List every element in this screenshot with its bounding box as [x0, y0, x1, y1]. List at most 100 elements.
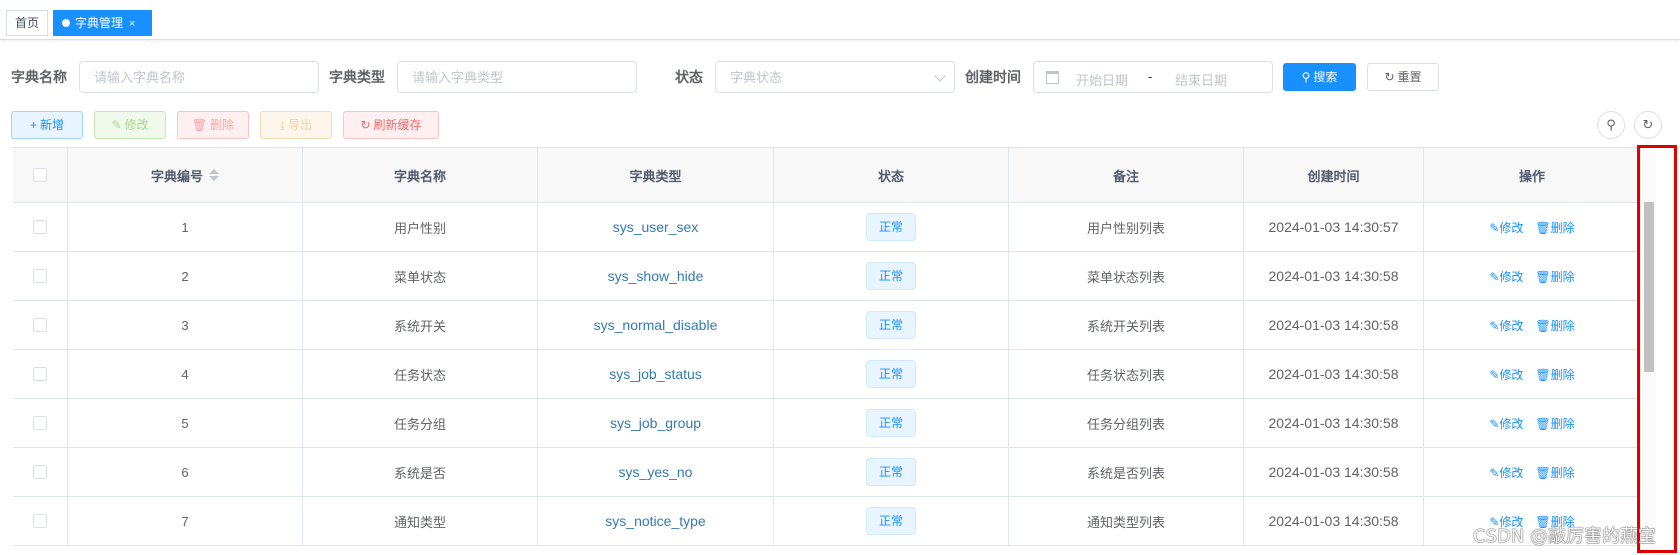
row-edit-link[interactable]: ✎修改: [1489, 415, 1523, 432]
tag-home[interactable]: 首页: [6, 10, 48, 36]
status-badge: 正常: [865, 458, 916, 486]
cell-remark: 系统开关列表: [1009, 301, 1244, 349]
trash-icon: 🗑: [1535, 416, 1551, 431]
header-remark: 备注: [1009, 148, 1244, 202]
scrollbar-highlight-box: [1637, 145, 1677, 553]
row-checkbox[interactable]: [33, 269, 47, 283]
status-select[interactable]: [715, 61, 955, 93]
header-dict-id-label: 字典编号: [150, 168, 203, 184]
cell-dict-type: sys_yes_no: [538, 448, 774, 496]
edit-icon: ✎: [1489, 465, 1500, 480]
row-checkbox[interactable]: [33, 514, 47, 528]
row-checkbox[interactable]: [33, 416, 47, 430]
download-icon: ⤓: [279, 118, 286, 132]
refresh-cache-button[interactable]: ↻ 刷新缓存: [343, 111, 439, 139]
row-checkbox[interactable]: [33, 367, 47, 381]
search-button[interactable]: ⚲ 搜索: [1283, 63, 1356, 91]
cell-dict-id: 4: [68, 350, 303, 398]
row-delete-link[interactable]: 🗑删除: [1535, 219, 1574, 236]
row-checkbox[interactable]: [33, 465, 47, 479]
calendar-icon: [1046, 71, 1059, 84]
trash-icon: 🗑: [1535, 465, 1551, 480]
delete-button-label: 删除: [210, 118, 235, 132]
trash-icon: 🗑: [1535, 367, 1551, 382]
cell-dict-id: 2: [68, 252, 303, 300]
dict-type-link[interactable]: sys_show_hide: [608, 268, 704, 284]
cell-created: 2024-01-03 14:30:58: [1244, 497, 1424, 545]
refresh-table-button[interactable]: ↻: [1634, 111, 1662, 139]
dict-type-link[interactable]: sys_yes_no: [619, 464, 693, 480]
cell-dict-type: sys_job_status: [538, 350, 774, 398]
created-time-label: 创建时间: [965, 69, 1021, 85]
status-badge: 正常: [865, 507, 916, 535]
row-edit-link[interactable]: ✎修改: [1489, 317, 1523, 334]
date-range-picker[interactable]: 开始日期 - 结束日期: [1033, 61, 1273, 93]
tag-dict-manage[interactable]: 字典管理 ×: [53, 10, 152, 36]
edit-icon: ✎: [1489, 318, 1500, 333]
dict-type-link[interactable]: sys_user_sex: [613, 219, 699, 235]
row-delete-label: 删除: [1550, 318, 1575, 333]
cell-created: 2024-01-03 14:30:58: [1244, 350, 1424, 398]
select-all-cell: [13, 148, 68, 202]
cell-dict-type: sys_job_group: [538, 399, 774, 447]
row-edit-label: 修改: [1499, 416, 1524, 431]
row-edit-link[interactable]: ✎修改: [1489, 366, 1523, 383]
row-edit-link[interactable]: ✎修改: [1489, 464, 1523, 481]
close-icon[interactable]: ×: [129, 18, 135, 30]
edit-button[interactable]: ✎ 修改: [94, 111, 166, 139]
cell-dict-type: sys_normal_disable: [538, 301, 774, 349]
header-created: 创建时间: [1244, 148, 1424, 202]
delete-button[interactable]: 🗑 删除: [177, 111, 249, 139]
dict-type-link[interactable]: sys_normal_disable: [594, 317, 718, 333]
row-delete-label: 删除: [1550, 416, 1575, 431]
row-delete-link[interactable]: 🗑删除: [1535, 366, 1574, 383]
row-edit-label: 修改: [1499, 318, 1524, 333]
cell-actions: ✎修改 🗑删除: [1424, 301, 1641, 349]
row-checkbox[interactable]: [33, 318, 47, 332]
cell-actions: ✎修改 🗑删除: [1424, 252, 1641, 300]
dict-type-link[interactable]: sys_job_status: [609, 366, 702, 382]
row-delete-link[interactable]: 🗑删除: [1535, 268, 1574, 285]
start-date-field[interactable]: 开始日期: [1076, 70, 1128, 89]
table-header-row: 字典编号 字典名称 字典类型 状态 备注 创建时间 操作: [13, 148, 1641, 203]
cell-status: 正常: [774, 497, 1009, 545]
add-button[interactable]: + 新增: [11, 111, 83, 139]
toggle-search-button[interactable]: ⚲: [1597, 111, 1625, 139]
row-delete-link[interactable]: 🗑删除: [1535, 464, 1574, 481]
cell-status: 正常: [774, 252, 1009, 300]
row-edit-link[interactable]: ✎修改: [1489, 268, 1523, 285]
sort-icon[interactable]: [209, 169, 219, 181]
row-edit-label: 修改: [1499, 465, 1524, 480]
row-delete-link[interactable]: 🗑删除: [1535, 317, 1574, 334]
cell-status: 正常: [774, 399, 1009, 447]
dict-type-link[interactable]: sys_job_group: [610, 415, 701, 431]
dict-name-input-wrap[interactable]: [79, 61, 319, 93]
end-date-field[interactable]: 结束日期: [1175, 70, 1227, 89]
date-separator: -: [1148, 69, 1153, 84]
header-dict-id[interactable]: 字典编号: [68, 148, 303, 202]
row-edit-link[interactable]: ✎修改: [1489, 219, 1523, 236]
status-select-input[interactable]: [716, 62, 954, 92]
reset-button[interactable]: ↻ 重置: [1367, 63, 1439, 91]
cell-actions: ✎修改 🗑删除: [1424, 448, 1641, 496]
header-actions: 操作: [1424, 148, 1641, 202]
refresh-icon: ↻: [1384, 70, 1395, 84]
row-delete-label: 删除: [1550, 465, 1575, 480]
export-button[interactable]: ⤓ 导出: [260, 111, 332, 139]
row-select-cell: [13, 448, 68, 496]
dict-type-link[interactable]: sys_notice_type: [605, 513, 705, 529]
cell-dict-name: 通知类型: [303, 497, 538, 545]
row-select-cell: [13, 399, 68, 447]
dict-name-input[interactable]: [80, 62, 318, 92]
select-all-checkbox[interactable]: [33, 168, 47, 182]
dict-type-input-wrap[interactable]: [397, 61, 637, 93]
status-badge: 正常: [865, 360, 916, 388]
dict-type-input[interactable]: [398, 62, 636, 92]
refresh-icon: ↻: [1642, 117, 1654, 132]
row-checkbox[interactable]: [33, 220, 47, 234]
row-delete-link[interactable]: 🗑删除: [1535, 415, 1574, 432]
cell-dict-id: 1: [68, 203, 303, 251]
cell-dict-name: 任务状态: [303, 350, 538, 398]
search-icon: ⚲: [1606, 117, 1616, 132]
row-select-cell: [13, 252, 68, 300]
